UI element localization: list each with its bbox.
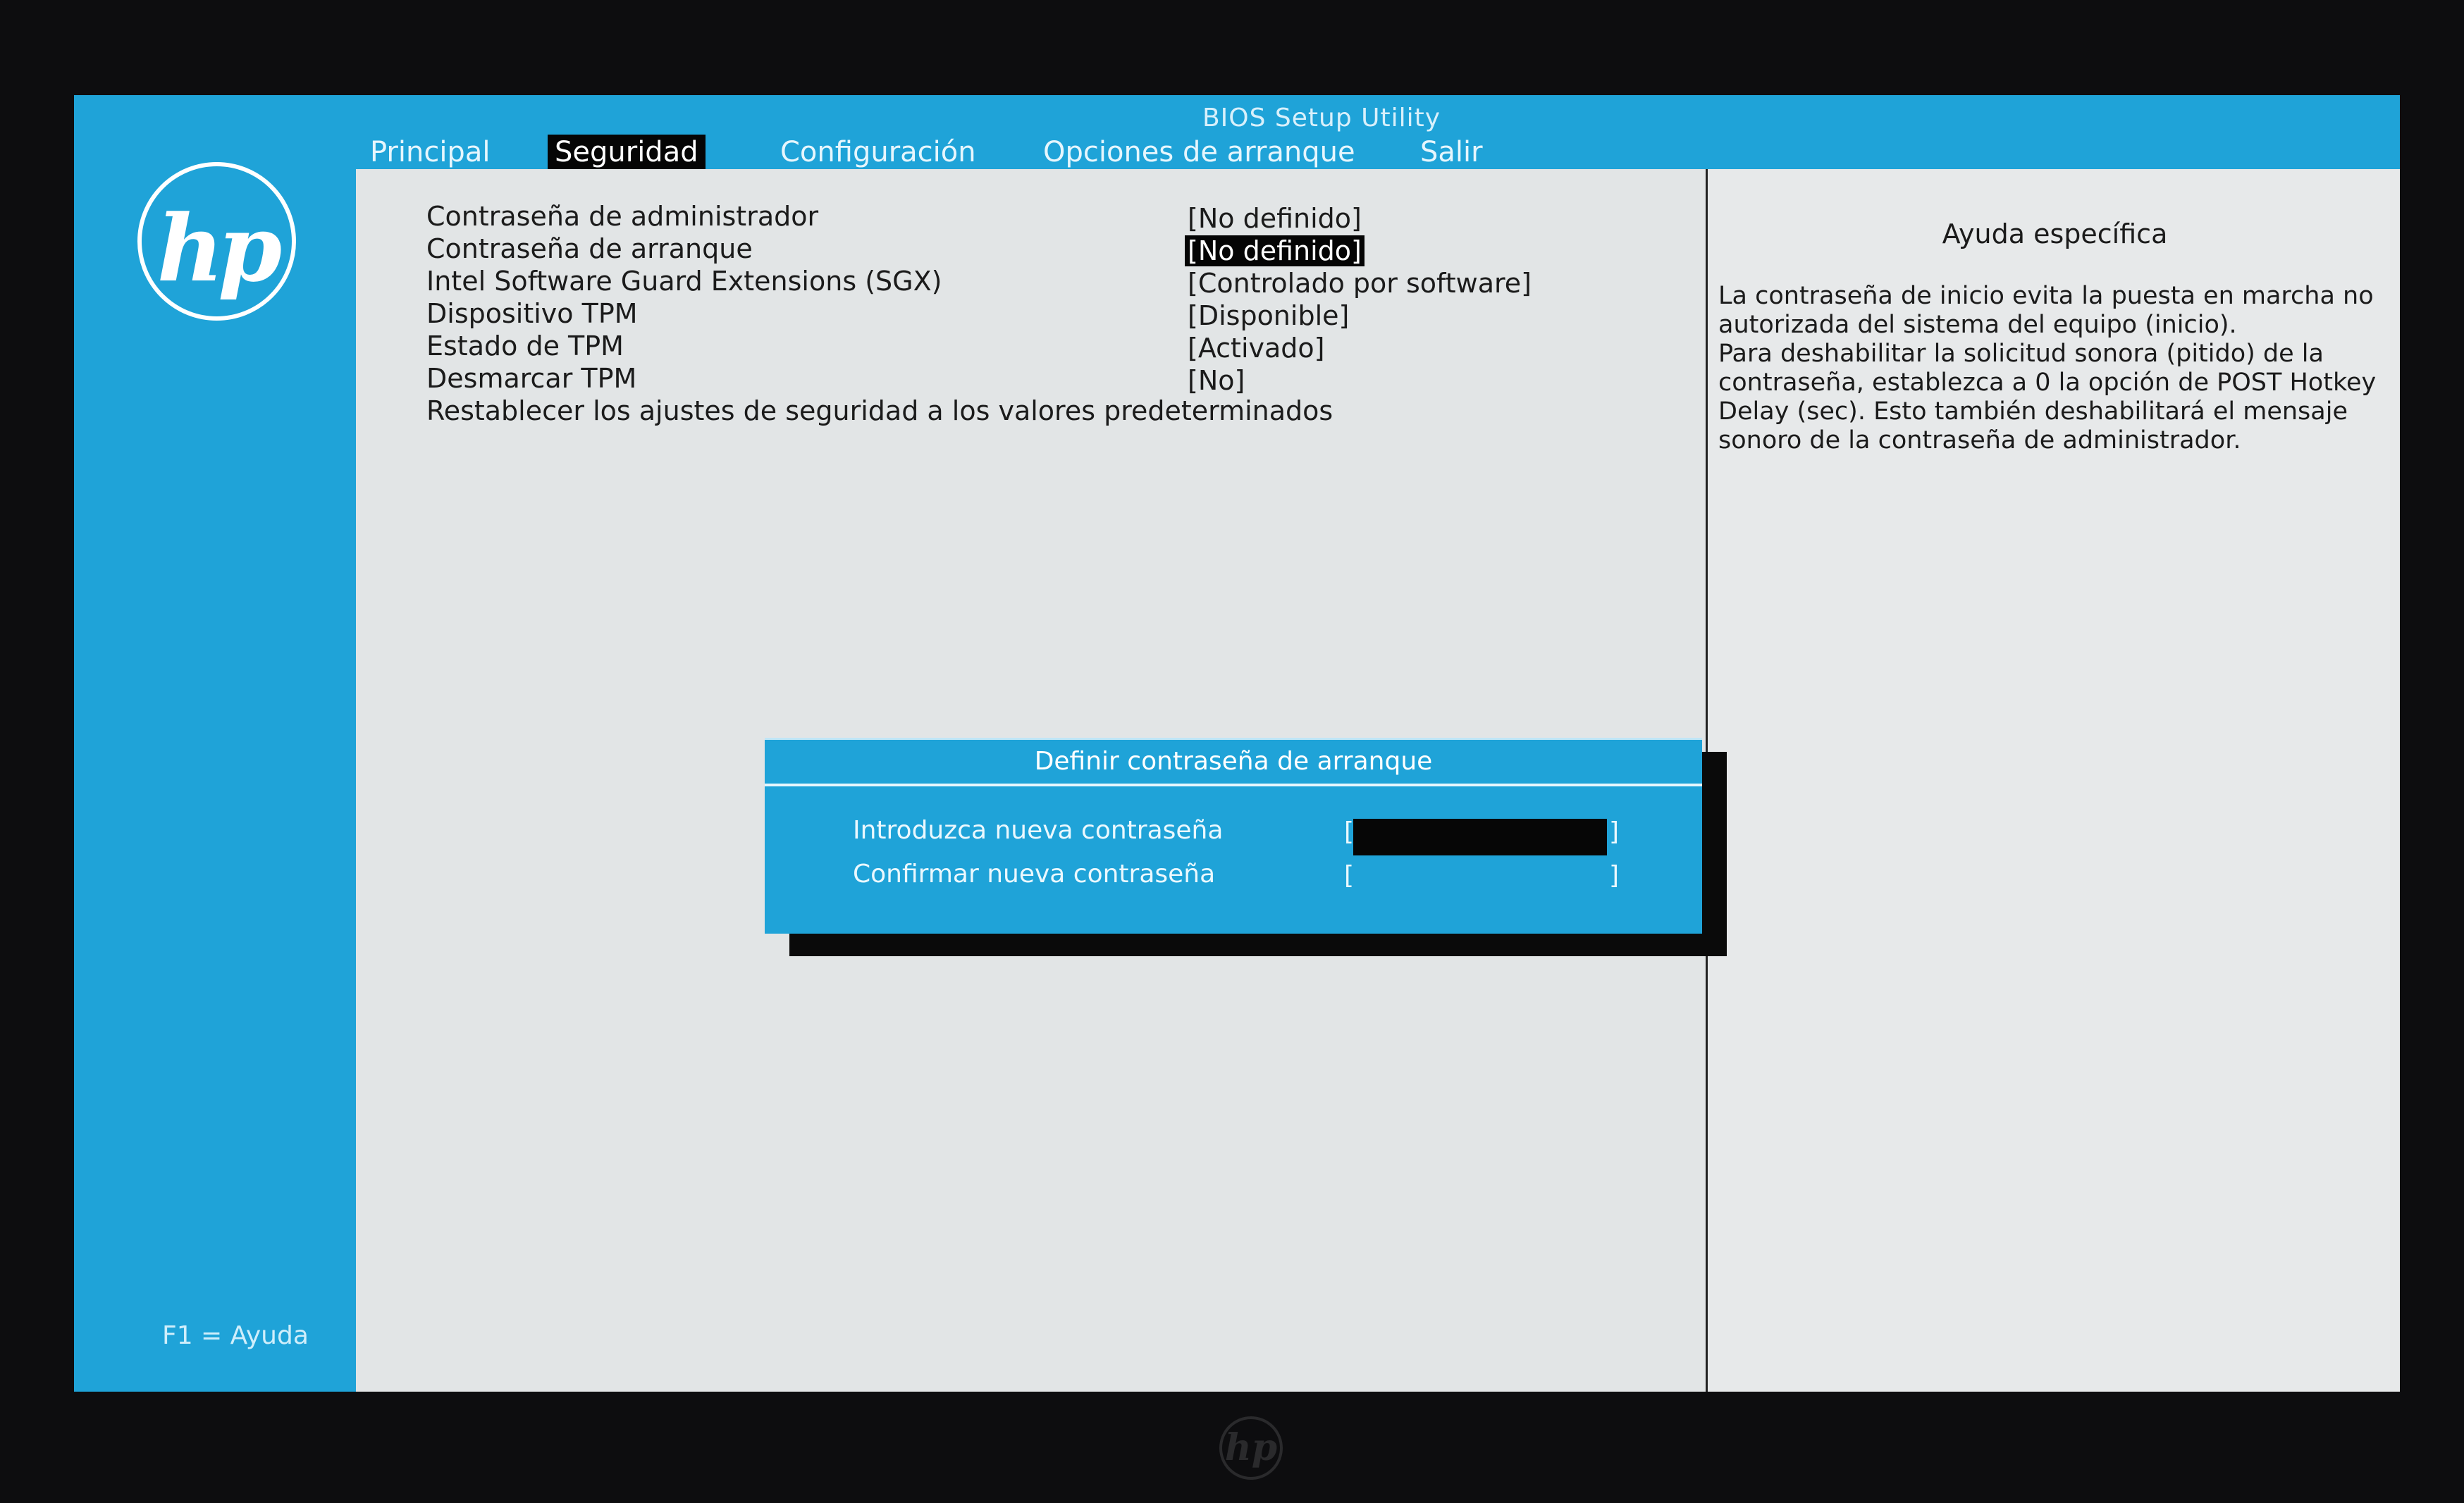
- setting-restore-security-defaults[interactable]: Restablecer los ajustes de seguridad a l…: [426, 395, 1333, 426]
- confirm-password-input[interactable]: [1353, 862, 1607, 898]
- tab-opciones-de-arranque[interactable]: Opciones de arranque: [1036, 135, 1362, 170]
- confirm-password-bracket-close: ]: [1609, 861, 1620, 890]
- setting-tpm-device-value[interactable]: [Disponible]: [1188, 300, 1349, 331]
- new-password-label: Introduzca nueva contraseña: [853, 816, 1224, 845]
- bios-screen: BIOS Setup Utility Principal Seguridad C…: [74, 95, 2400, 1392]
- confirm-password-label: Confirmar nueva contraseña: [853, 860, 1216, 889]
- setting-admin-password-value[interactable]: [No definido]: [1188, 203, 1362, 234]
- tab-configuracion[interactable]: Configuración: [773, 135, 983, 170]
- tab-salir[interactable]: Salir: [1413, 135, 1490, 170]
- new-password-input[interactable]: [1353, 819, 1607, 855]
- help-title: Ayuda específica: [1942, 218, 2168, 249]
- tab-principal[interactable]: Principal: [363, 135, 497, 170]
- set-boot-password-dialog: Definir contraseña de arranque Introduzc…: [765, 738, 1702, 934]
- tab-seguridad[interactable]: Seguridad: [548, 135, 706, 170]
- setting-tpm-state[interactable]: Estado de TPM: [426, 330, 624, 361]
- confirm-password-bracket-open: [: [1344, 861, 1355, 890]
- setting-clear-tpm[interactable]: Desmarcar TPM: [426, 363, 636, 394]
- setting-clear-tpm-value[interactable]: [No]: [1188, 365, 1245, 396]
- hp-logo: hp: [137, 162, 296, 321]
- f1-help-hint: F1 = Ayuda: [162, 1321, 309, 1350]
- window-title: BIOS Setup Utility: [1202, 104, 1441, 132]
- setting-sgx[interactable]: Intel Software Guard Extensions (SGX): [426, 266, 942, 297]
- help-text: La contraseña de inicio evita la puesta …: [1718, 282, 2377, 454]
- new-password-bracket-close: ]: [1609, 817, 1620, 846]
- setting-boot-password-value[interactable]: [No definido]: [1185, 235, 1365, 266]
- setting-boot-password[interactable]: Contraseña de arranque: [426, 233, 753, 264]
- hp-logo-text: hp: [156, 194, 282, 302]
- monitor-hp-badge: hp: [1219, 1416, 1283, 1480]
- setting-tpm-state-value[interactable]: [Activado]: [1188, 333, 1324, 364]
- setting-tpm-device[interactable]: Dispositivo TPM: [426, 298, 638, 329]
- setting-admin-password[interactable]: Contraseña de administrador: [426, 201, 818, 232]
- new-password-bracket-open: [: [1344, 817, 1355, 846]
- help-panel: Ayuda específica La contraseña de inicio…: [1706, 169, 2400, 1392]
- dialog-title: Definir contraseña de arranque: [765, 740, 1702, 786]
- setting-sgx-value[interactable]: [Controlado por software]: [1188, 268, 1532, 299]
